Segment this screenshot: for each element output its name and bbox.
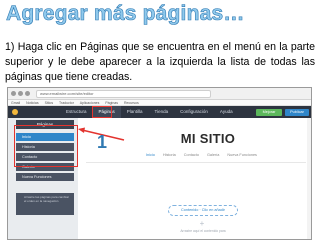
bookmark-item[interactable]: Recursos xyxy=(124,101,139,105)
site-nav-item[interactable]: Contacto xyxy=(184,153,199,157)
site-nav-item[interactable]: Inicio xyxy=(146,153,155,157)
menu-item-tienda[interactable]: Tienda xyxy=(149,106,175,118)
step-number: 1 xyxy=(97,132,108,152)
site-nav-item[interactable]: Nueva Funciones xyxy=(227,153,257,157)
header-divider xyxy=(86,162,306,163)
address-bar[interactable]: www.emailwire.com/site/editor xyxy=(36,90,211,98)
menu-item-plantilla[interactable]: Plantilla xyxy=(121,106,149,118)
slide-title: Agregar más páginas… xyxy=(6,2,245,26)
drop-helper-text: Arrastre aquí el contenido para xyxy=(180,229,226,233)
bookmark-item[interactable]: Páginas xyxy=(105,101,118,105)
paginas-highlight xyxy=(92,106,112,118)
bookmark-item[interactable]: Gmail xyxy=(11,101,20,105)
menu-item-estructura[interactable]: Estructura xyxy=(60,106,93,118)
forward-icon[interactable] xyxy=(18,91,23,96)
back-icon[interactable] xyxy=(11,91,16,96)
logo-icon xyxy=(12,109,18,115)
site-title[interactable]: MI SITIO xyxy=(158,131,258,146)
upgrade-button[interactable]: Mejorar xyxy=(256,109,282,116)
browser-nav-buttons[interactable] xyxy=(11,91,30,96)
bookmark-item[interactable]: Traductor xyxy=(59,101,74,105)
editor-screenshot: www.emailwire.com/site/editor Gmail Noti… xyxy=(7,87,312,240)
add-content-button[interactable]: Contenido · Clic en añadir xyxy=(168,205,238,216)
menu-item-ayuda[interactable]: Ayuda xyxy=(214,106,239,118)
bookmark-item[interactable]: Noticias xyxy=(26,101,38,105)
site-navigation: Inicio Historia Contacto Galería Nueva F… xyxy=(146,153,257,157)
bookmark-item[interactable]: Aplicaciones xyxy=(80,101,100,105)
menu-bar: Estructura Páginas Plantilla Tienda Conf… xyxy=(60,106,239,118)
site-nav-item[interactable]: Historia xyxy=(163,153,176,157)
menu-item-configuracion[interactable]: Configuración xyxy=(174,106,214,118)
publish-button[interactable]: Publicar xyxy=(285,109,309,116)
site-nav-item[interactable]: Galería xyxy=(207,153,219,157)
browser-toolbar: www.emailwire.com/site/editor xyxy=(8,88,311,100)
scrollbar[interactable] xyxy=(307,118,311,239)
plus-icon[interactable]: + xyxy=(197,220,207,228)
bookmark-item[interactable]: Sitios xyxy=(45,101,54,105)
reload-icon[interactable] xyxy=(25,91,30,96)
pages-list-highlight xyxy=(14,125,78,167)
sidebar-help-note: Arrastre las páginas para cambiar el ord… xyxy=(16,193,74,215)
sidebar-page-nueva-funciones[interactable]: Nueva Funciones xyxy=(16,173,74,181)
instruction-text: 1) Haga clic en Páginas que se encuentra… xyxy=(5,41,315,83)
